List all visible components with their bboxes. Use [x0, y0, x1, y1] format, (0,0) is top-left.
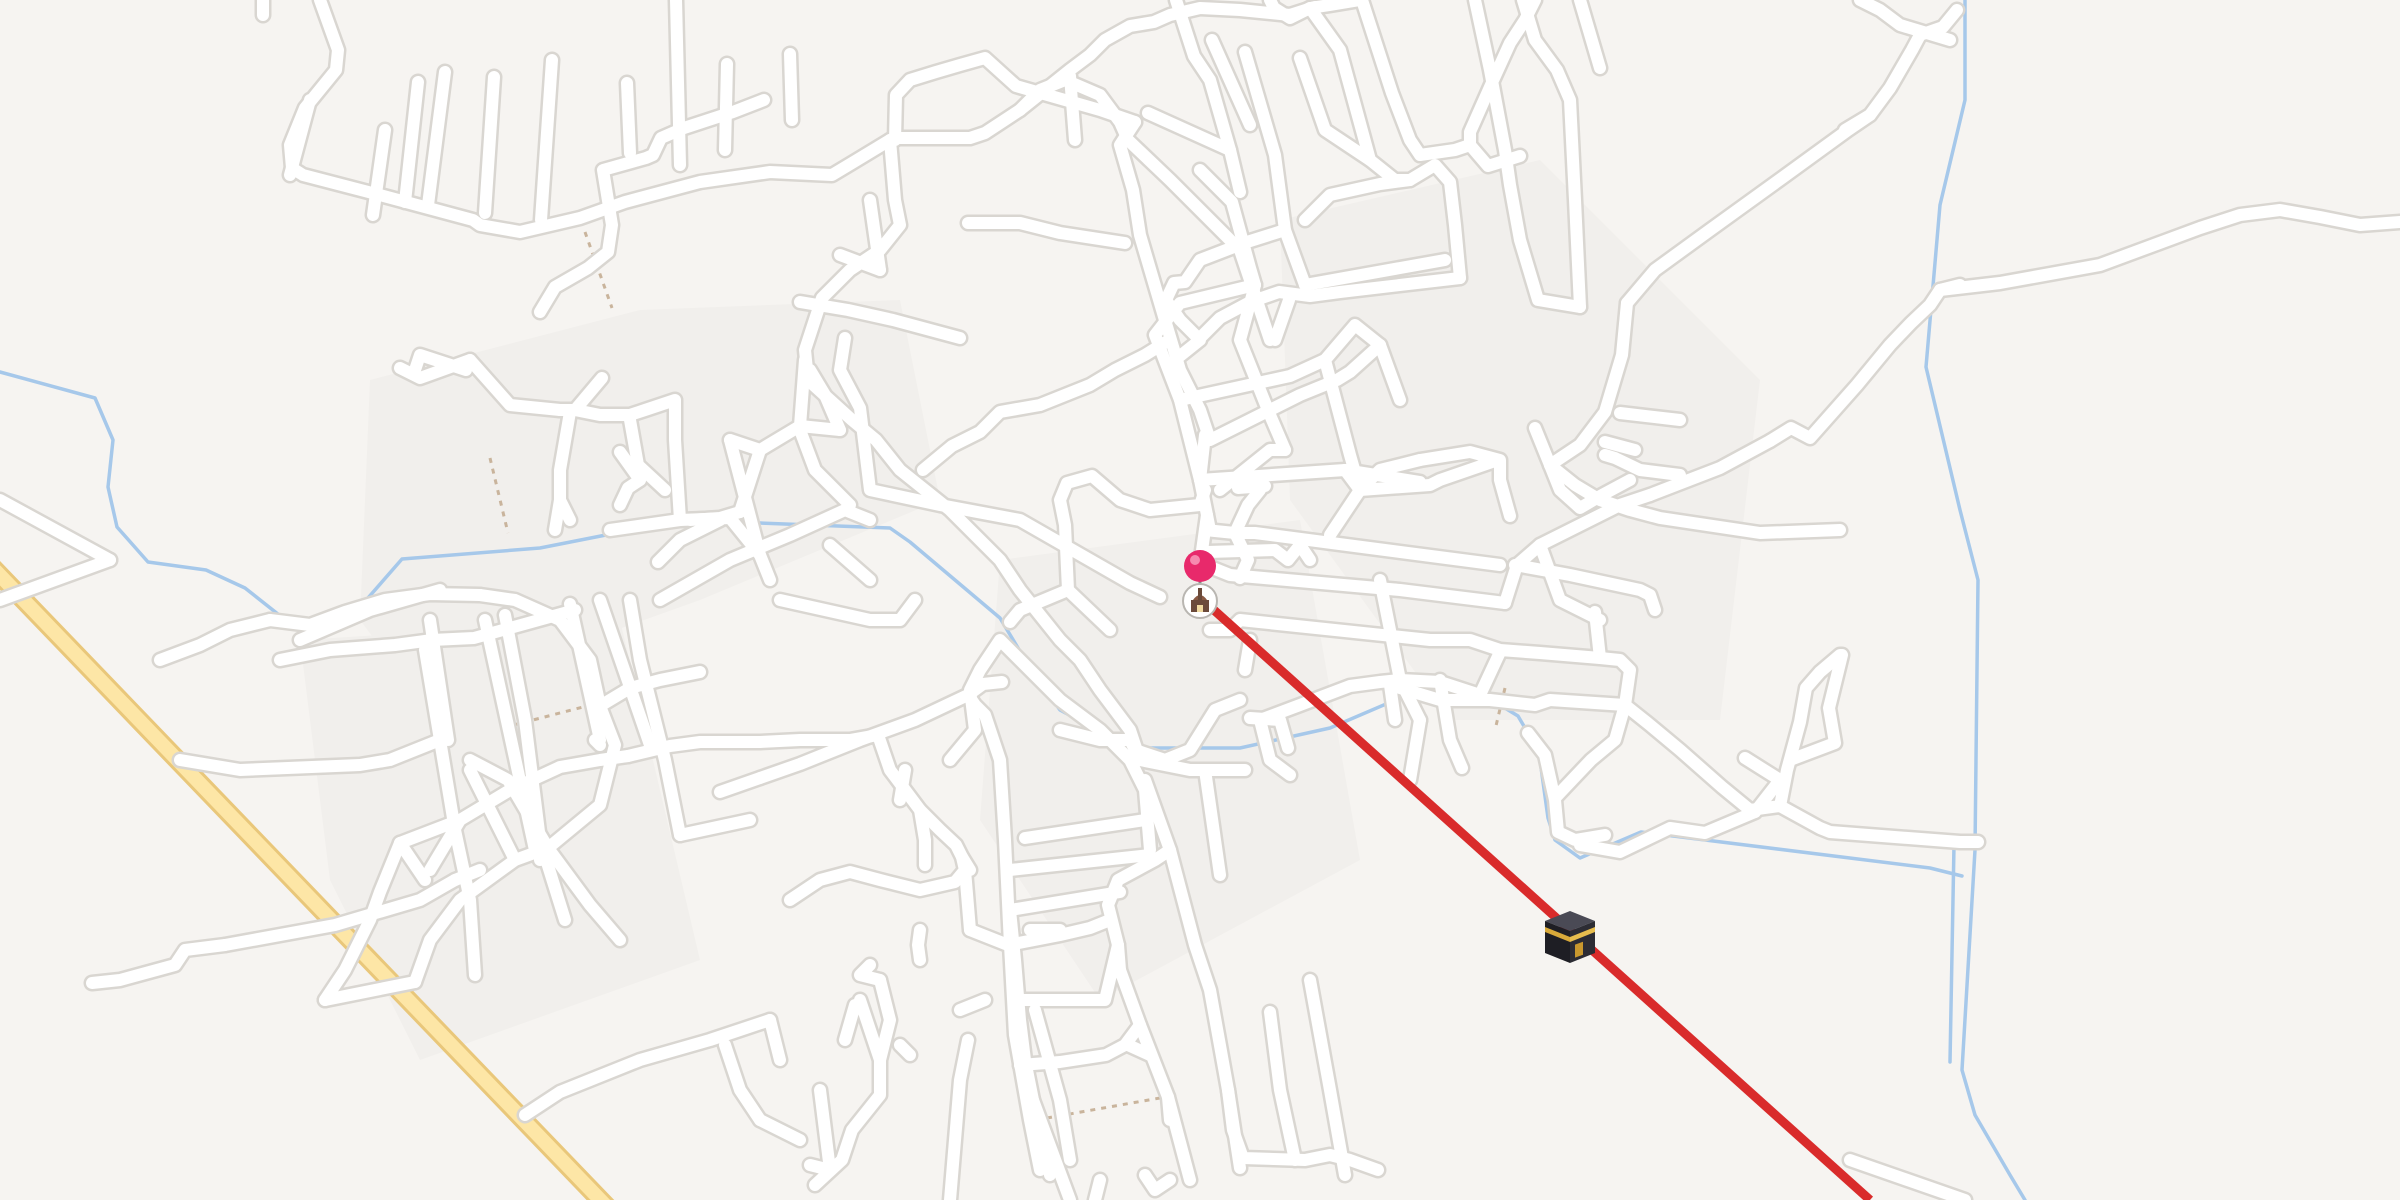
road	[804, 1159, 836, 1176]
road	[894, 1039, 916, 1061]
road	[1599, 436, 1641, 456]
road	[589, 734, 606, 751]
mosque-icon[interactable]	[1181, 582, 1219, 620]
road	[959, 864, 976, 936]
road	[714, 772, 766, 798]
road	[674, 814, 756, 841]
road	[621, 77, 636, 159]
road	[1304, 974, 1351, 1181]
road	[1384, 679, 1401, 726]
road	[894, 764, 911, 806]
road	[912, 924, 926, 966]
road	[1194, 429, 1211, 486]
road	[784, 48, 798, 126]
road	[0, 494, 116, 566]
road	[1934, 279, 1966, 296]
road	[399, 76, 424, 208]
road	[914, 804, 931, 871]
road	[1621, 4, 1963, 309]
road	[1089, 1174, 1106, 1200]
road	[1934, 204, 2400, 296]
road	[549, 494, 566, 536]
road	[1239, 46, 1311, 291]
road	[1614, 407, 1686, 426]
road	[1589, 606, 1606, 664]
road	[422, 66, 451, 211]
road	[719, 58, 733, 156]
road	[774, 594, 921, 626]
map-canvas[interactable]	[0, 0, 2400, 1200]
road	[1774, 800, 1984, 848]
road	[154, 614, 276, 666]
road	[670, 0, 686, 171]
road	[1139, 1169, 1176, 1196]
road	[824, 539, 876, 586]
road	[1064, 70, 1081, 146]
road	[1764, 284, 1946, 447]
kaaba-icon[interactable]	[1541, 907, 1599, 965]
